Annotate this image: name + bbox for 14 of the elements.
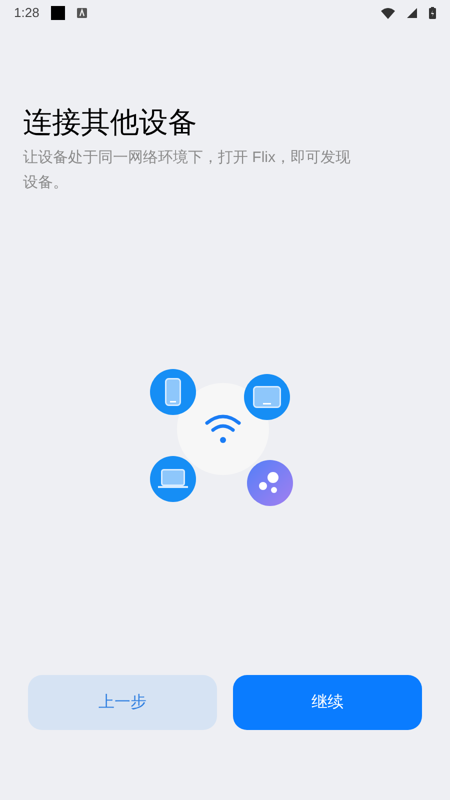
tablet-icon [253, 386, 281, 408]
phone-icon [165, 378, 181, 406]
back-button[interactable]: 上一步 [28, 675, 217, 730]
signal-icon [407, 8, 417, 18]
continue-button[interactable]: 继续 [233, 675, 422, 730]
wifi-icon [381, 8, 395, 18]
battery-icon [429, 7, 436, 19]
keyboard-icon [77, 8, 88, 18]
status-time: 1:28 [14, 4, 40, 22]
notification-icon [51, 6, 66, 20]
laptop-icon [158, 469, 188, 489]
page-title: 连接其他设备 [23, 106, 198, 141]
description-text: 让设备处于同一网络环境下，打开 Flix，即可发现设备。 [23, 148, 352, 193]
wifi-icon [204, 413, 242, 445]
